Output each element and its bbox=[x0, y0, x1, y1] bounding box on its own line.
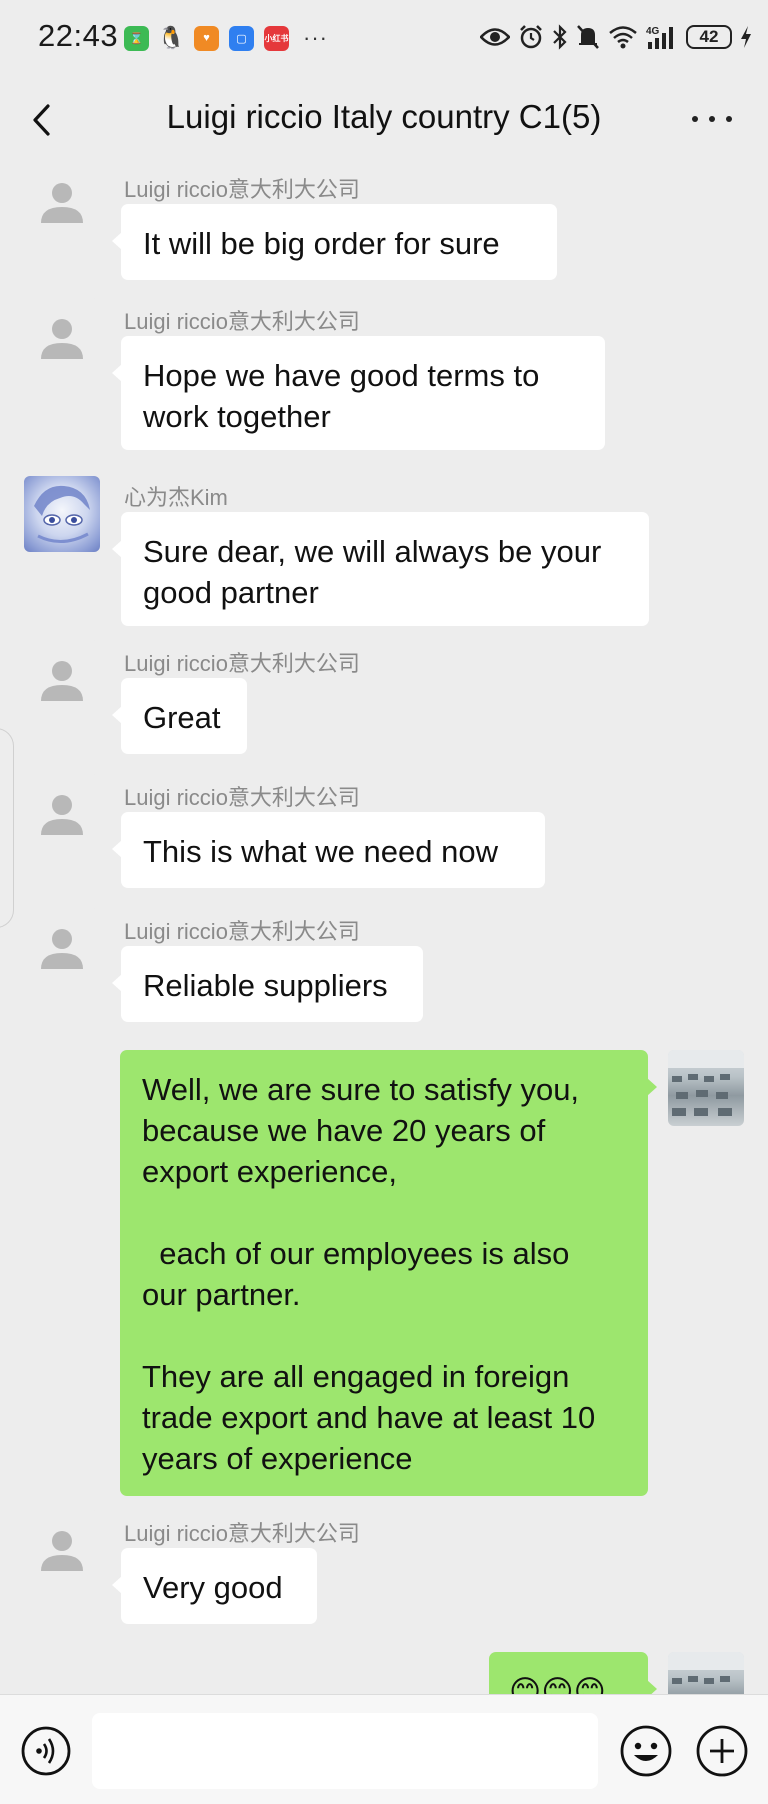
charging-bolt-icon bbox=[741, 26, 751, 48]
kim-avatar[interactable] bbox=[24, 476, 100, 552]
wifi-icon bbox=[609, 26, 637, 49]
cellular-signal-icon: 4G bbox=[646, 26, 673, 49]
chat-header: Luigi riccio Italy country C1(5) bbox=[0, 74, 768, 168]
system-icons: 4G 42 bbox=[480, 20, 752, 54]
voice-input-icon[interactable] bbox=[20, 1725, 72, 1777]
status-bar: 22:43 ⌛ 🐧 ♥ ▢ 小红书 ··· 4G 42 bbox=[0, 0, 768, 74]
qq-penguin-icon: 🐧 bbox=[157, 25, 186, 50]
message-text bbox=[142, 1192, 626, 1233]
sender-name: Luigi riccio意大利大公司 bbox=[124, 785, 360, 810]
person-icon bbox=[41, 661, 83, 701]
default-avatar[interactable] bbox=[24, 908, 100, 984]
default-avatar[interactable] bbox=[24, 298, 100, 374]
person-icon bbox=[41, 795, 83, 835]
message-bubble[interactable]: Hope we have good terms to work together bbox=[112, 336, 605, 450]
message-text: each of our employees is also bbox=[142, 1236, 570, 1271]
emoji-icon[interactable] bbox=[618, 1723, 674, 1779]
message-item: 心为杰Kim Sure dear, we will always be your… bbox=[0, 474, 768, 634]
xiaohongshu-icon: 小红书 bbox=[264, 25, 289, 51]
status-time: 22:43 bbox=[38, 18, 119, 53]
message-bubble-sent[interactable]: Well, we are sure to satisfy you, becaus… bbox=[120, 1050, 657, 1496]
sender-name: Luigi riccio意大利大公司 bbox=[124, 309, 360, 334]
message-text: Great bbox=[143, 700, 221, 735]
message-input[interactable] bbox=[92, 1713, 598, 1789]
message-text: Hope we have good terms to bbox=[143, 358, 540, 393]
sender-name: Luigi riccio意大利大公司 bbox=[124, 177, 360, 202]
message-bubble[interactable]: This is what we need now bbox=[112, 812, 545, 888]
my-avatar[interactable] bbox=[668, 1652, 744, 1694]
message-bubble[interactable]: Great bbox=[112, 678, 247, 754]
network-type: 4G bbox=[646, 26, 660, 37]
hourglass-app-icon: ⌛ bbox=[124, 25, 149, 51]
person-icon bbox=[41, 319, 83, 359]
message-text bbox=[142, 1315, 626, 1356]
message-text: because we have 20 years of bbox=[142, 1113, 546, 1148]
notification-icons: ⌛ 🐧 ♥ ▢ 小红书 ··· bbox=[124, 24, 328, 52]
message-item-sent: 😊😊😊 bbox=[0, 1652, 768, 1694]
anime-portrait-image bbox=[34, 485, 90, 543]
message-text: Very good bbox=[143, 1570, 283, 1605]
person-icon bbox=[41, 1531, 83, 1571]
battery-indicator: 42 bbox=[686, 25, 732, 49]
more-notifications-icon: ··· bbox=[303, 25, 328, 50]
message-text: Reliable suppliers bbox=[143, 968, 388, 1003]
message-text: trade export and have at least 10 bbox=[142, 1400, 596, 1435]
message-list[interactable]: Luigi riccio意大利大公司 It will be big order … bbox=[0, 168, 768, 1694]
default-avatar[interactable] bbox=[24, 1510, 100, 1586]
message-text: It will be big order for sure bbox=[143, 226, 500, 261]
message-text: This is what we need now bbox=[143, 834, 498, 869]
message-text: Well, we are sure to satisfy you, bbox=[142, 1072, 580, 1107]
office-photo-image bbox=[668, 1652, 744, 1684]
office-photo-image bbox=[668, 1050, 744, 1116]
alarm-icon bbox=[520, 25, 542, 49]
battery-level: 42 bbox=[699, 27, 719, 46]
message-bubble[interactable]: Sure dear, we will always be your good p… bbox=[112, 512, 649, 626]
message-bubble[interactable]: Reliable suppliers bbox=[112, 946, 423, 1022]
sender-name: Luigi riccio意大利大公司 bbox=[124, 651, 360, 676]
message-bubble[interactable]: Very good bbox=[112, 1548, 317, 1624]
message-item: Luigi riccio意大利大公司 Great bbox=[0, 640, 768, 756]
message-text: work together bbox=[143, 399, 331, 434]
message-text: our partner. bbox=[142, 1277, 301, 1312]
message-bubble[interactable]: It will be big order for sure bbox=[112, 204, 557, 280]
mute-bell-icon bbox=[577, 25, 599, 49]
message-item: Luigi riccio意大利大公司 It will be big order … bbox=[0, 168, 768, 280]
default-avatar[interactable] bbox=[24, 168, 100, 238]
message-text: good partner bbox=[143, 575, 319, 610]
person-icon bbox=[41, 183, 83, 223]
input-bar bbox=[0, 1694, 768, 1804]
message-item-sent: Well, we are sure to satisfy you, becaus… bbox=[0, 1050, 768, 1500]
default-avatar[interactable] bbox=[24, 640, 100, 716]
message-text: years of experience bbox=[142, 1441, 413, 1476]
chat-title: Luigi riccio Italy country C1(5) bbox=[166, 98, 602, 135]
message-text: export experience, bbox=[142, 1154, 398, 1189]
browser-app-icon: ▢ bbox=[229, 25, 254, 51]
person-icon bbox=[41, 929, 83, 969]
message-bubble-sent[interactable]: 😊😊😊 bbox=[489, 1652, 657, 1694]
more-options-icon[interactable] bbox=[692, 104, 732, 134]
bluetooth-icon bbox=[553, 24, 567, 50]
my-avatar[interactable] bbox=[668, 1050, 744, 1126]
message-item: Luigi riccio意大利大公司 This is what we need … bbox=[0, 774, 768, 890]
eye-icon bbox=[480, 28, 510, 46]
sender-name: Luigi riccio意大利大公司 bbox=[124, 1521, 360, 1546]
shopping-app-icon: ♥ bbox=[194, 25, 219, 51]
message-item: Luigi riccio意大利大公司 Reliable suppliers bbox=[0, 908, 768, 1024]
sender-name: 心为杰Kim bbox=[124, 485, 228, 510]
message-item: Luigi riccio意大利大公司 Very good bbox=[0, 1510, 768, 1626]
default-avatar[interactable] bbox=[24, 774, 100, 850]
side-panel-handle[interactable] bbox=[0, 728, 14, 928]
message-item: Luigi riccio意大利大公司 Hope we have good ter… bbox=[0, 298, 768, 464]
message-text: They are all engaged in foreign bbox=[142, 1359, 570, 1394]
message-text: 😊😊😊 bbox=[509, 1674, 606, 1694]
sender-name: Luigi riccio意大利大公司 bbox=[124, 919, 360, 944]
message-text: Sure dear, we will always be your bbox=[143, 534, 602, 569]
add-more-icon[interactable] bbox=[694, 1723, 750, 1779]
